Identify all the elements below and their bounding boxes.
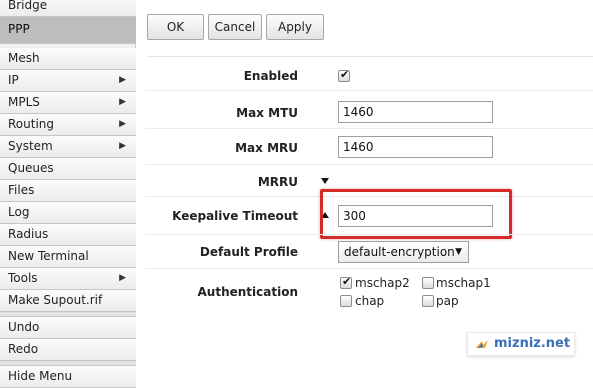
sidebar-item-label: Hide Menu — [8, 369, 73, 383]
mschap1-label: mschap1 — [436, 276, 491, 290]
sidebar-item-radius[interactable]: Radius — [0, 224, 136, 246]
default-profile-label: Default Profile — [199, 245, 298, 259]
bird-logo-icon — [476, 340, 488, 348]
max-mtu-label: Max MTU — [236, 106, 298, 120]
sidebar-item-label: Redo — [8, 342, 39, 356]
apply-button[interactable]: Apply — [266, 14, 324, 40]
row-divider — [145, 128, 593, 129]
sidebar-item-label: Queues — [8, 161, 54, 175]
mrru-label: MRRU — [257, 175, 298, 189]
chevron-down-icon: ▼ — [455, 247, 462, 257]
sidebar-item-label: Files — [8, 183, 35, 197]
row-divider — [145, 234, 593, 235]
sidebar-item-ppp[interactable]: PPP — [0, 17, 136, 44]
chap-label: chap — [355, 294, 385, 308]
sidebar-item-bridge[interactable]: Bridge — [0, 0, 136, 17]
sidebar-item-undo[interactable]: Undo — [0, 317, 136, 339]
sidebar-item-mesh[interactable]: Mesh — [0, 48, 136, 70]
sidebar-item-label: Tools — [8, 271, 38, 285]
enabled-label: Enabled — [243, 69, 298, 83]
max-mru-field[interactable]: 1460 — [338, 136, 493, 158]
max-mru-label: Max MRU — [235, 141, 298, 155]
sidebar-item-label: Undo — [8, 320, 40, 334]
sidebar-item-redo[interactable]: Redo — [0, 339, 136, 361]
chap-checkbox[interactable] — [340, 295, 352, 307]
sidebar-item-label: Radius — [8, 227, 49, 241]
ok-button[interactable]: OK — [147, 14, 204, 40]
ppp-settings-panel: OK Cancel Apply Enabled Max MTU 1460 Max… — [137, 0, 593, 375]
row-divider — [145, 164, 593, 165]
row-divider — [145, 268, 593, 269]
row-divider — [145, 90, 593, 91]
sidebar-item-label: Mesh — [8, 51, 40, 65]
sidebar-item-hide-menu[interactable]: Hide Menu — [0, 366, 136, 388]
expand-down-icon[interactable] — [321, 178, 329, 184]
highlight-box — [320, 189, 512, 239]
cancel-button[interactable]: Cancel — [208, 14, 262, 40]
max-mtu-field[interactable]: 1460 — [338, 101, 493, 123]
sidebar-item-label: PPP — [8, 22, 30, 36]
sidebar-item-label: New Terminal — [8, 249, 89, 263]
authentication-label: Authentication — [197, 285, 299, 299]
enabled-checkbox[interactable] — [338, 68, 350, 82]
sidebar-item-label: IP — [8, 73, 19, 87]
pap-checkbox[interactable] — [422, 295, 434, 307]
default-profile-value: default-encryption — [344, 245, 455, 259]
mschap1-checkbox[interactable] — [422, 277, 434, 289]
watermark-text: mizniz.net — [494, 336, 571, 351]
watermark-badge: mizniz.net — [467, 332, 575, 356]
toolbar-divider — [147, 56, 593, 57]
sidebar-item-label: MPLS — [8, 95, 40, 109]
sidebar-item-label: Routing — [8, 117, 55, 131]
sidebar-item-label: Make Supout.rif — [8, 293, 103, 307]
sidebar-item-label: Bridge — [8, 0, 48, 12]
mschap2-checkbox[interactable] — [340, 275, 352, 289]
sidebar-item-label: System — [8, 139, 53, 153]
mschap2-label: mschap2 — [355, 276, 410, 290]
default-profile-select[interactable]: default-encryption ▼ — [338, 241, 469, 263]
sidebar-item-label: Log — [8, 205, 30, 219]
keepalive-timeout-label: Keepalive Timeout — [172, 209, 298, 223]
pap-label: pap — [436, 294, 459, 308]
